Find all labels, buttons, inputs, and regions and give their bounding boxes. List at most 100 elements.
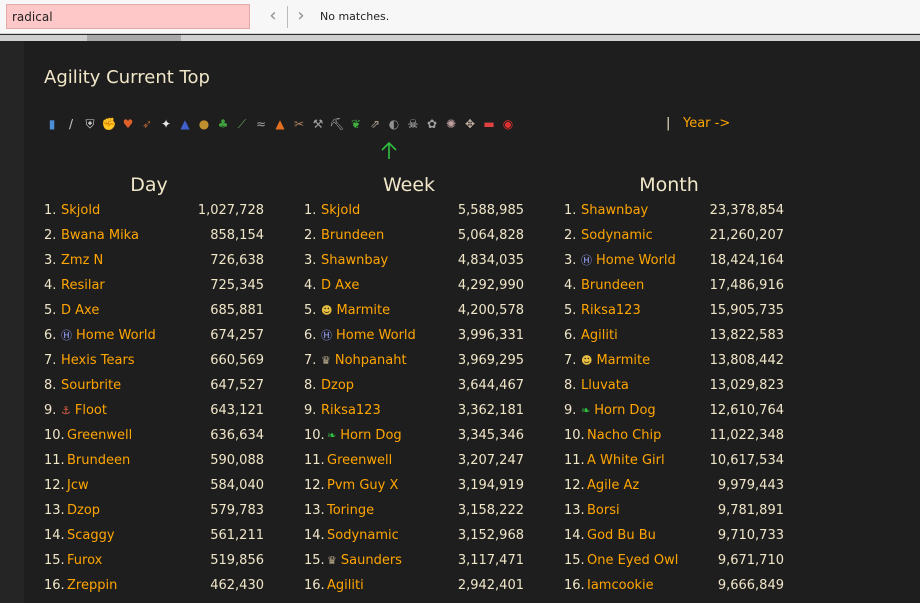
strength-icon[interactable]: ✊ [101,116,117,132]
ranged-icon[interactable]: ➶ [139,116,155,132]
player-name-link[interactable]: ⚓ Floot [61,398,107,423]
smithing-icon[interactable]: ⚒ [310,116,326,132]
player-name-link[interactable]: ❧ Horn Dog [327,423,402,448]
cooking-icon[interactable]: ● [196,116,212,132]
player-name-link[interactable]: Furox [67,548,102,573]
leaderboard-row: 5. D Axe 685,881 [44,298,289,323]
player-name-link[interactable]: Agiliti [327,573,364,598]
magic-icon[interactable]: ▲ [177,116,193,132]
rank-number: 5. [304,303,317,318]
player-name-link[interactable]: Lluvata [581,373,629,398]
player-name-link[interactable]: Sourbrite [61,373,121,398]
player-name-link[interactable]: Agile Az [587,473,639,498]
player-name-link[interactable]: A White Girl [587,448,665,473]
player-name-link[interactable]: Zreppin [67,573,117,598]
player-name-link[interactable]: ♛ Saunders [327,548,402,573]
player-name-link[interactable]: Ⓗ Home World [321,323,416,348]
player-name-link[interactable]: Sodynamic [327,523,399,548]
hunter-icon[interactable]: ✥ [462,116,478,132]
player-name-link[interactable]: Brundeen [67,448,130,473]
player-name-link[interactable]: Pvm Guy X [327,473,398,498]
woodcutting-icon[interactable]: ♣ [215,116,231,132]
player-name-link[interactable]: Zmz N [61,248,103,273]
player-name-link[interactable]: Brundeen [321,223,384,248]
player-name-link[interactable]: Nacho Chip [587,423,661,448]
player-name-link[interactable]: God Bu Bu [587,523,656,548]
xp-gained: 3,207,247 [457,453,524,468]
player-name-link[interactable]: Greenwell [67,423,132,448]
find-next-button[interactable]: › [291,6,311,28]
prayer-icon[interactable]: ✦ [158,116,174,132]
rank-number: 6. [304,328,317,343]
player-name-link[interactable]: ❧ Horn Dog [581,398,656,423]
fishing-icon[interactable]: ≈ [253,116,269,132]
player-name-link[interactable]: Dzop [321,373,354,398]
player-name-link[interactable]: ☻ Marmite [581,348,650,373]
thieving-icon[interactable]: ◐ [386,116,402,132]
farming-icon[interactable]: ✿ [424,116,440,132]
player-name-link[interactable]: Agiliti [581,323,618,348]
xp-gained: 23,378,854 [709,203,784,218]
runecrafting-icon[interactable]: ✺ [443,116,459,132]
player-name-link[interactable]: ♛ Nohpanaht [321,348,407,373]
find-previous-button[interactable]: ‹ [263,6,283,28]
player-name-link[interactable]: Dzop [67,498,100,523]
player-name-link[interactable]: Toringe [327,498,374,523]
xp-gained: 3,969,295 [457,353,524,368]
player-name: Zreppin [67,578,118,593]
rank-number: 3. [304,253,317,268]
player-name-link[interactable]: Borsi [587,498,620,523]
crown-icon: ♛ [321,354,331,367]
hitpoints-icon[interactable]: ♥ [120,116,136,132]
overall-icon[interactable]: ▮ [44,116,60,132]
month-heading: Month [639,174,699,196]
rank-number: 4. [564,278,577,293]
player-name-link[interactable]: D Axe [61,298,99,323]
rank-number: 11. [304,453,325,468]
player-name-link[interactable]: Ⓗ Home World [581,248,676,273]
player-name-link[interactable]: Scaggy [67,523,115,548]
player-name-link[interactable]: Jcw [67,473,89,498]
player-name-link[interactable]: ☻ Marmite [321,298,390,323]
attack-icon[interactable]: / [63,116,79,132]
player-name-link[interactable]: Brundeen [581,273,644,298]
player-name-link[interactable]: Skjold [321,198,360,223]
find-input[interactable] [6,4,250,29]
player-name-link[interactable]: Sodynamic [581,223,653,248]
construction-icon[interactable]: ▬ [481,116,497,132]
player-name-link[interactable]: D Axe [321,273,359,298]
defence-icon[interactable]: ⛨ [82,116,98,132]
xp-gained: 636,634 [210,428,264,443]
xp-gained: 13,808,442 [709,353,784,368]
player-name-link[interactable]: Ⓗ Home World [61,323,156,348]
player-name-link[interactable]: Skjold [61,198,100,223]
player-name-link[interactable]: Bwana Mika [61,223,139,248]
player-name-link[interactable]: Greenwell [327,448,392,473]
year-link[interactable]: Year -> [683,116,730,131]
herblore-icon[interactable]: ❦ [348,116,364,132]
marmite-icon: ☻ [321,304,333,317]
player-name-link[interactable]: Shawnbay [581,198,648,223]
xp-gained: 10,617,534 [709,453,784,468]
player-name-link[interactable]: Riksa123 [581,298,641,323]
ehp-icon[interactable]: ◉ [500,116,516,132]
leaderboard-row: 8. Dzop 3,644,467 [304,373,549,398]
player-name-link[interactable]: Shawnbay [321,248,388,273]
rank-number: 1. [304,203,317,218]
week-column: Week 1. Skjold 5,588,985 2. Brundeen 5,064,82… [304,172,549,598]
player-name-link[interactable]: Hexis Tears [61,348,135,373]
player-name-link[interactable]: One Eyed Owl [587,548,678,573]
player-name-link[interactable]: Resilar [61,273,105,298]
rank-number: 16. [304,578,325,593]
slayer-icon[interactable]: ☠ [405,116,421,132]
crafting-icon[interactable]: ✂ [291,116,307,132]
xp-gained: 12,610,764 [709,403,784,418]
agility-icon[interactable]: ⇗ [367,116,383,132]
fletching-icon[interactable]: ⟋ [234,116,250,132]
mining-icon[interactable]: ⛏ [329,116,345,132]
player-name-link[interactable]: Riksa123 [321,398,381,423]
leaderboard-row: 1. Shawnbay 23,378,854 [564,198,809,223]
firemaking-icon[interactable]: ▲ [272,116,288,132]
rank-number: 15. [564,553,585,568]
player-name-link[interactable]: Iamcookie [587,573,654,598]
